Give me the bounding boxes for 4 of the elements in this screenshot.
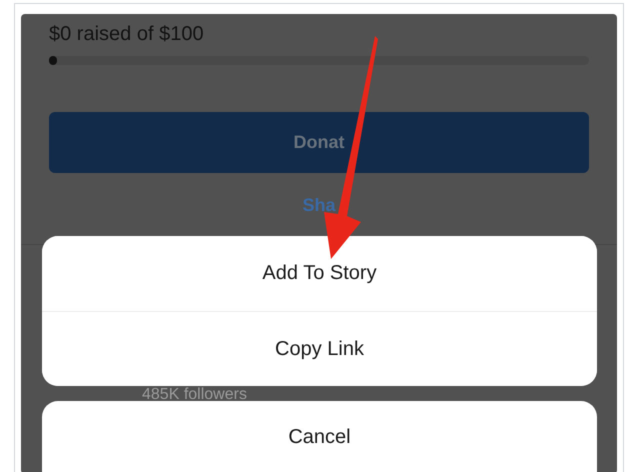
followers-count: 485K followers [142, 386, 247, 404]
action-sheet-option[interactable]: Copy Link [42, 311, 597, 386]
cancel-button[interactable]: Cancel [42, 401, 597, 472]
fundraiser-progress-text: $0 raised of $100 [49, 22, 205, 47]
